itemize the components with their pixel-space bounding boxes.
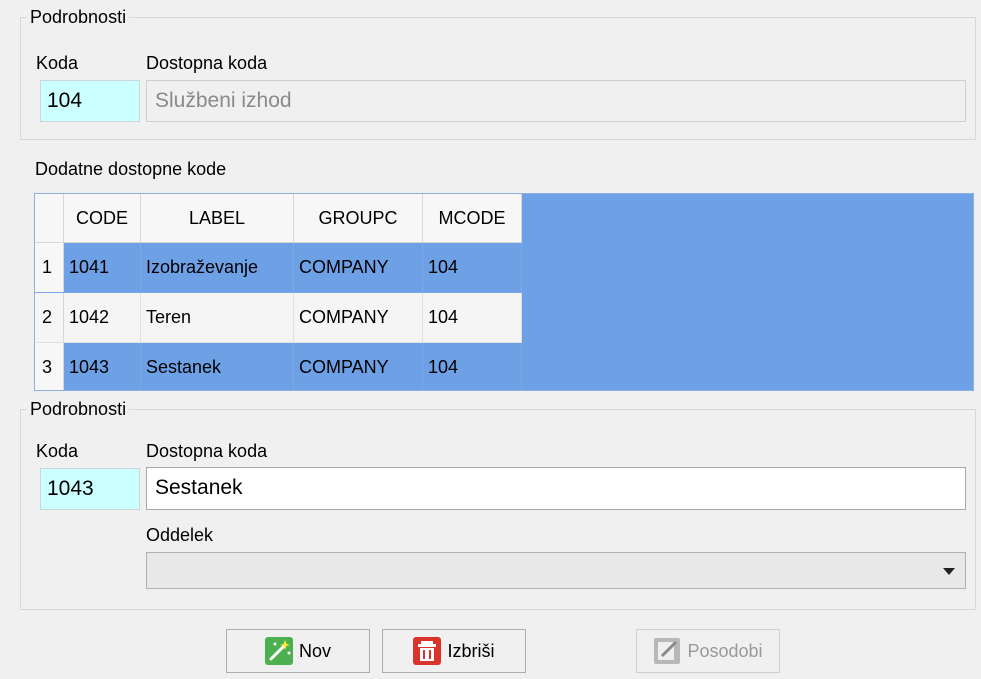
delete-button[interactable]: Izbriši [382, 629, 526, 673]
table-row[interactable]: 2 1042 Teren COMPANY 104 [35, 292, 522, 343]
column-header-label[interactable]: LABEL [140, 194, 294, 243]
cell-label[interactable]: Sestanek [140, 342, 294, 390]
cell-code[interactable]: 1043 [63, 342, 141, 390]
top-details-legend: Podrobnosti [27, 6, 130, 28]
top-desc-label: Dostopna koda [146, 53, 268, 73]
top-code-label: Koda [36, 53, 79, 73]
bottom-code-label: Koda [36, 441, 79, 461]
magic-wand-icon [264, 637, 293, 665]
row-header-corner [35, 194, 64, 243]
row-number: 2 [35, 292, 64, 343]
column-header-mcode[interactable]: MCODE [422, 194, 522, 243]
cell-code[interactable]: 1041 [63, 242, 141, 293]
update-button[interactable]: Posodobi [636, 629, 780, 673]
cell-mcode[interactable]: 104 [422, 342, 522, 390]
new-button[interactable]: Nov [226, 629, 370, 673]
bottom-desc-field[interactable]: Sestanek [146, 467, 966, 510]
cell-label[interactable]: Teren [140, 292, 294, 343]
table-row[interactable]: 1 1041 Izobraževanje COMPANY 104 [35, 242, 522, 293]
cell-mcode[interactable]: 104 [422, 242, 522, 293]
table-row[interactable]: 3 1043 Sestanek COMPANY 104 [35, 342, 522, 390]
new-button-label: Nov [298, 640, 331, 661]
cell-groupc[interactable]: COMPANY [293, 242, 423, 293]
row-number: 1 [35, 242, 64, 293]
column-header-groupc[interactable]: GROUPC [293, 194, 423, 243]
cell-mcode[interactable]: 104 [422, 292, 522, 343]
delete-button-label: Izbriši [447, 640, 495, 661]
cell-groupc[interactable]: COMPANY [293, 342, 423, 390]
top-desc-field: Službeni izhod [146, 80, 966, 122]
row-number: 3 [35, 342, 64, 390]
department-label: Oddelek [146, 525, 214, 545]
cell-code[interactable]: 1042 [63, 292, 141, 343]
sub-codes-label: Dodatne dostopne kode [35, 159, 227, 179]
bottom-details-legend: Podrobnosti [27, 398, 130, 420]
top-code-field[interactable]: 104 [40, 80, 140, 122]
update-button-label: Posodobi [687, 640, 763, 661]
edit-icon [653, 637, 681, 665]
department-select[interactable] [146, 552, 966, 589]
bottom-code-field[interactable]: 1043 [40, 468, 140, 510]
table-header-row: CODE LABEL GROUPC MCODE [35, 194, 522, 243]
bottom-desc-label: Dostopna koda [146, 441, 268, 461]
cell-groupc[interactable]: COMPANY [293, 292, 423, 343]
cell-label[interactable]: Izobraževanje [140, 242, 294, 293]
column-header-code[interactable]: CODE [63, 194, 141, 243]
trash-icon [413, 637, 442, 665]
chevron-down-icon[interactable] [943, 568, 955, 575]
sub-codes-table[interactable]: CODE LABEL GROUPC MCODE 1 1041 Izobražev… [34, 193, 974, 391]
